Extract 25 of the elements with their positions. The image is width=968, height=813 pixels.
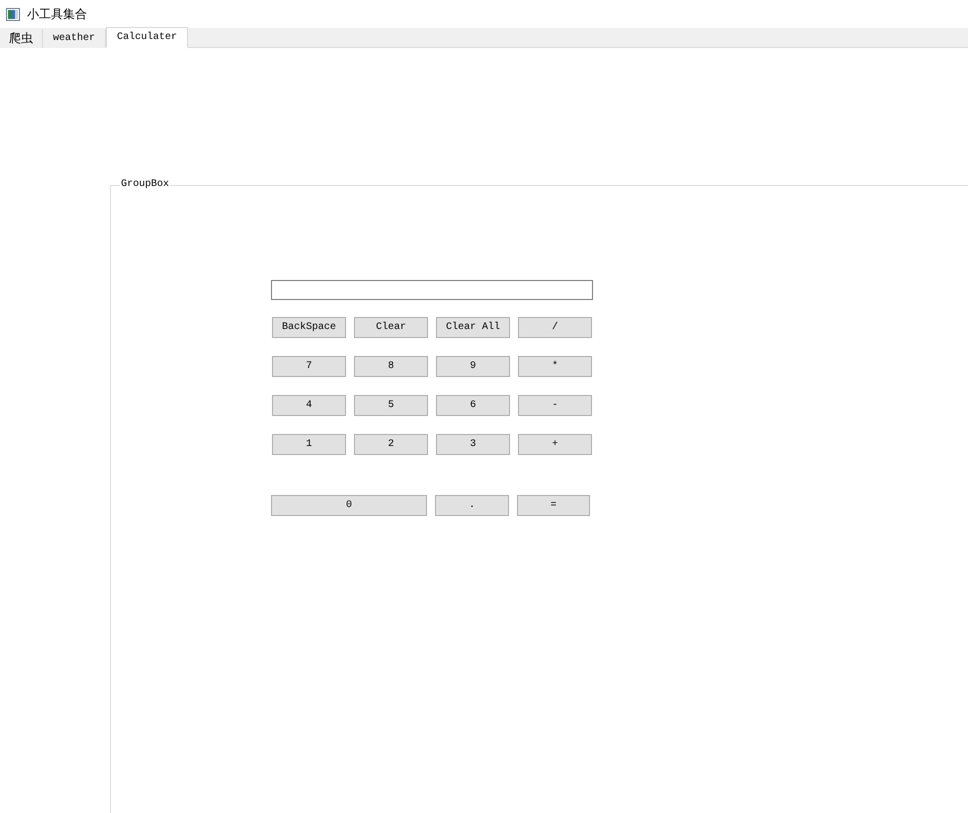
calculator-key[interactable]: = <box>517 495 590 516</box>
calculator-key[interactable]: 3 <box>436 434 510 455</box>
tab[interactable]: 爬虫 <box>0 29 43 48</box>
calculator-key[interactable]: 2 <box>354 434 428 455</box>
calculator-key[interactable]: 0 <box>271 495 427 516</box>
tab[interactable]: weather <box>43 29 106 48</box>
calculator-key[interactable]: 8 <box>354 356 428 377</box>
calculator-key[interactable]: 9 <box>436 356 510 377</box>
calculator-key[interactable]: + <box>518 434 592 455</box>
calculator-key[interactable]: . <box>435 495 509 516</box>
window-title: 小工具集合 <box>27 7 87 21</box>
calculator-key[interactable]: 5 <box>354 395 428 416</box>
calculator-key[interactable]: 1 <box>272 434 346 455</box>
calculator-key[interactable]: * <box>518 356 592 377</box>
calculator-key[interactable]: - <box>518 395 592 416</box>
calculator-key[interactable]: Clear All <box>436 317 510 338</box>
calculator-key[interactable]: 4 <box>272 395 346 416</box>
display-field[interactable] <box>271 280 593 300</box>
calculator-key[interactable]: BackSpace <box>272 317 346 338</box>
calculator-key[interactable]: 6 <box>436 395 510 416</box>
calculator-key[interactable]: / <box>518 317 592 338</box>
tab[interactable]: Calculater <box>106 27 188 48</box>
calculator-key[interactable]: Clear <box>354 317 428 338</box>
calculator-key[interactable]: 7 <box>272 356 346 377</box>
app-window-icon <box>6 8 20 20</box>
